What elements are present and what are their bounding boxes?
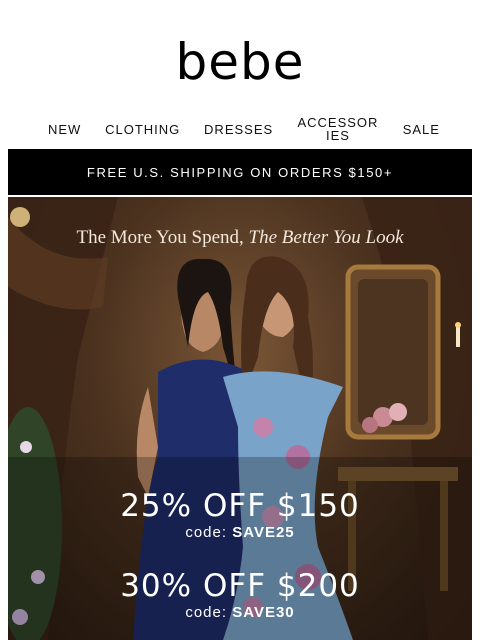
shipping-promo-bar[interactable]: FREE U.S. SHIPPING ON ORDERS $150+ bbox=[8, 149, 472, 195]
main-nav: NEW CLOTHING DRESSES ACCESSORIES SALE bbox=[48, 112, 440, 146]
hero-tagline: The More You Spend, The Better You Look bbox=[8, 227, 472, 249]
offer-code-line-1: code: SAVE25 bbox=[8, 523, 472, 543]
offer-code-prefix-2: code: bbox=[185, 604, 228, 621]
shipping-promo-text: FREE U.S. SHIPPING ON ORDERS $150+ bbox=[86, 164, 394, 180]
hero-tagline-start: The More You Spend, bbox=[76, 227, 244, 248]
hero-tagline-end: The Better You Look bbox=[248, 227, 404, 248]
offer-code-line-2: code: SAVE30 bbox=[8, 603, 472, 623]
hero-banner[interactable]: The More You Spend, The Better You Look … bbox=[8, 197, 472, 640]
offer-code-2: SAVE30 bbox=[232, 604, 295, 621]
nav-item-clothing[interactable]: CLOTHING bbox=[105, 123, 180, 136]
offer-block-1: 25% OFF $150 code: SAVE25 bbox=[8, 489, 472, 543]
nav-item-dresses[interactable]: DRESSES bbox=[204, 123, 273, 136]
brand-logo[interactable]: bebe bbox=[176, 33, 305, 91]
nav-item-accessories[interactable]: ACCESSORIES bbox=[297, 116, 379, 142]
offer-code-prefix-1: code: bbox=[185, 524, 228, 541]
nav-item-sale[interactable]: SALE bbox=[403, 123, 440, 136]
offer-block-2: 30% OFF $200 code: SAVE30 bbox=[8, 569, 472, 623]
offer-headline-2: 30% OFF $200 bbox=[120, 568, 360, 604]
offer-code-1: SAVE25 bbox=[232, 524, 295, 541]
nav-item-new[interactable]: NEW bbox=[48, 123, 81, 136]
brand-logo-container: bebe bbox=[0, 36, 480, 88]
offer-headline-1: 25% OFF $150 bbox=[120, 488, 360, 524]
